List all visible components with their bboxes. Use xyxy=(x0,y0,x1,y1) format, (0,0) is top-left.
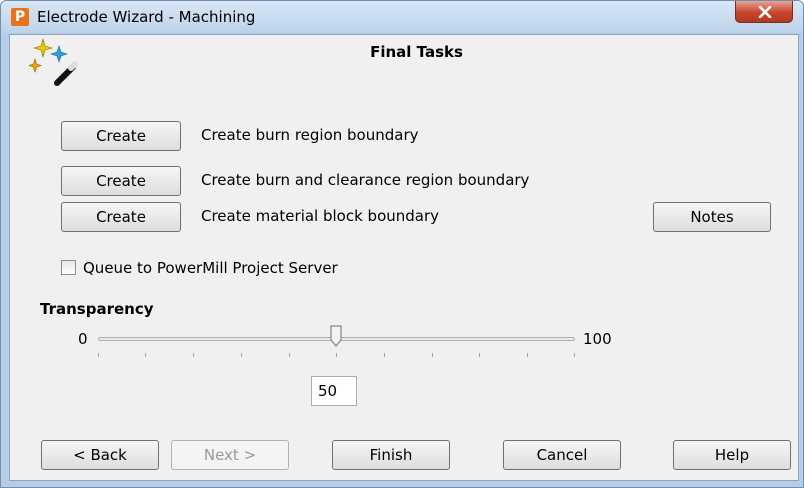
dialog-body: Final Tasks Create Create burn region bo… xyxy=(9,34,799,481)
slider-tick xyxy=(193,353,194,357)
slider-tick xyxy=(145,353,146,357)
help-button[interactable]: Help xyxy=(673,440,791,470)
slider-max-label: 100 xyxy=(583,330,612,348)
slider-tick xyxy=(432,353,433,357)
slider-tick xyxy=(479,353,480,357)
app-logo-icon: P xyxy=(11,8,29,26)
close-icon xyxy=(758,6,772,18)
page-title: Final Tasks xyxy=(370,43,463,61)
slider-tick xyxy=(289,353,290,357)
create-burn-region-button[interactable]: Create xyxy=(61,121,181,151)
cancel-button[interactable]: Cancel xyxy=(503,440,621,470)
slider-tick xyxy=(241,353,242,357)
wizard-wand-icon xyxy=(29,37,78,86)
slider-min-label: 0 xyxy=(78,330,88,348)
create-material-block-button[interactable]: Create xyxy=(61,202,181,232)
close-button[interactable] xyxy=(735,1,793,23)
create-burn-clearance-region-button[interactable]: Create xyxy=(61,166,181,196)
create-burn-region-label: Create burn region boundary xyxy=(201,126,419,144)
slider-tick xyxy=(98,353,99,357)
create-burn-clearance-region-label: Create burn and clearance region boundar… xyxy=(201,171,530,189)
window-title: Electrode Wizard - Machining xyxy=(37,8,256,26)
create-material-block-label: Create material block boundary xyxy=(201,207,440,225)
next-button[interactable]: Next > xyxy=(171,440,289,470)
queue-checkbox[interactable] xyxy=(61,260,76,275)
slider-tick xyxy=(574,353,575,357)
queue-checkbox-label[interactable]: Queue to PowerMill Project Server xyxy=(83,259,338,277)
back-button[interactable]: < Back xyxy=(41,440,159,470)
wizard-window: P Electrode Wizard - Machining Final Tas… xyxy=(0,0,804,488)
title-bar[interactable]: P Electrode Wizard - Machining xyxy=(1,1,803,33)
transparency-title: Transparency xyxy=(40,300,154,318)
slider-tick xyxy=(384,353,385,357)
slider-tick xyxy=(527,353,528,357)
finish-button[interactable]: Finish xyxy=(332,440,450,470)
slider-thumb-icon[interactable] xyxy=(330,325,342,347)
notes-button[interactable]: Notes xyxy=(653,202,771,232)
transparency-value-input[interactable] xyxy=(311,376,357,406)
slider-tick xyxy=(336,353,337,357)
